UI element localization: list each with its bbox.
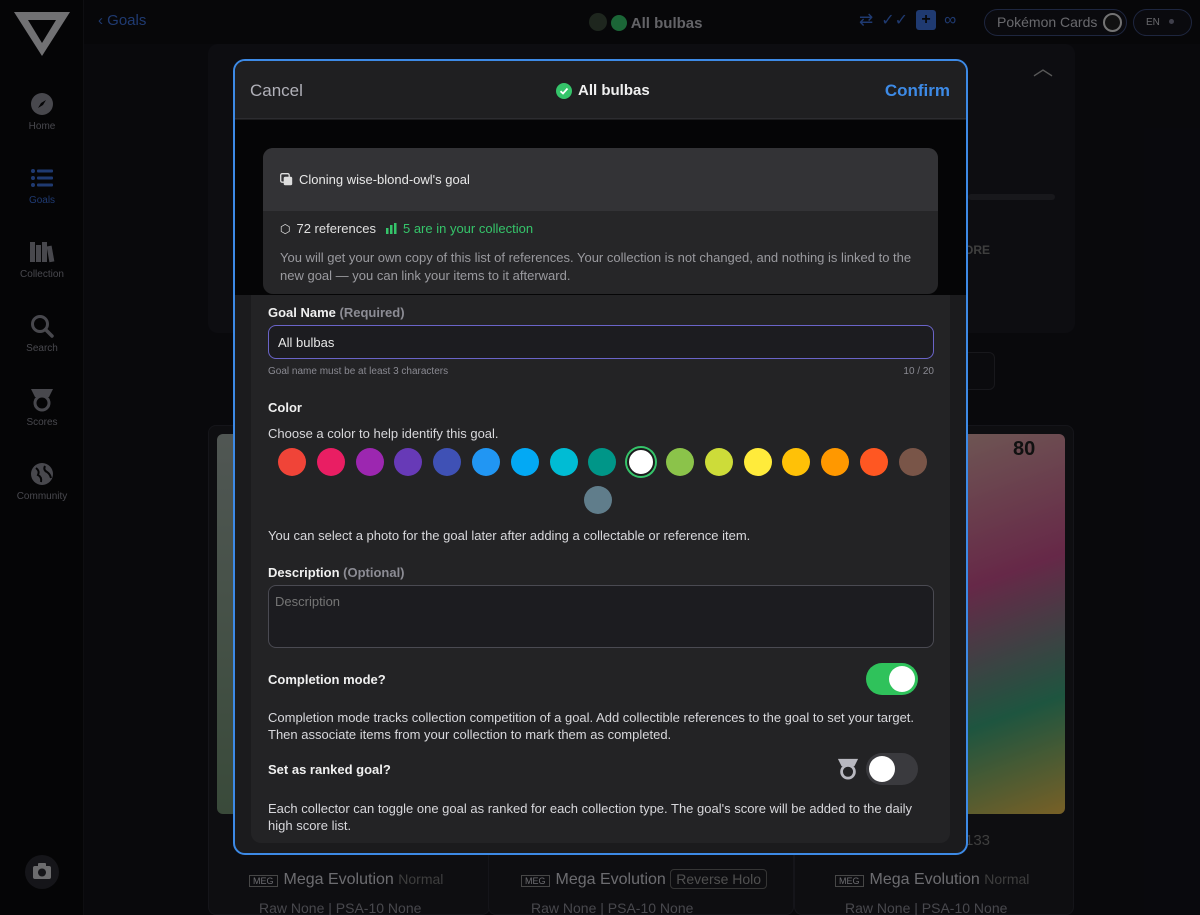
color-swatch[interactable] <box>549 448 578 476</box>
in-collection-count: 5 are in your collection <box>402 221 534 236</box>
color-swatch[interactable] <box>584 486 612 514</box>
goal-name-label: Goal Name (Required) <box>268 305 405 320</box>
color-swatch[interactable] <box>898 448 927 476</box>
modal-title-text: All bulbas <box>578 82 650 99</box>
required-qualifier: (Required) <box>339 305 405 320</box>
color-swatch[interactable] <box>860 448 888 476</box>
color-swatch[interactable] <box>666 448 694 476</box>
color-swatch[interactable] <box>316 448 345 476</box>
goal-name-label-text: Goal Name <box>268 305 336 320</box>
goal-name-input[interactable] <box>268 325 934 359</box>
ranked-goal-label: Set as ranked goal? <box>268 762 391 777</box>
reference-count: 72 references <box>296 221 376 236</box>
color-swatch[interactable] <box>433 448 462 476</box>
character-counter: 10 / 20 <box>903 366 934 377</box>
bar-chart-icon <box>385 223 397 234</box>
toggle-knob <box>889 666 915 692</box>
color-swatch[interactable] <box>743 448 772 476</box>
ranked-goal-toggle[interactable] <box>866 753 918 785</box>
app-root: Home Goals Collection Search Scores Comm… <box>0 0 1200 915</box>
color-swatch[interactable] <box>355 448 384 476</box>
modal-title: All bulbas <box>556 82 650 99</box>
check-circle-icon <box>556 82 572 99</box>
description-label: Description (Optional) <box>268 565 405 580</box>
cube-icon: ⬡ <box>280 221 291 236</box>
confirm-button[interactable]: Confirm <box>885 81 950 101</box>
completion-mode-toggle[interactable] <box>866 663 918 695</box>
completion-mode-help: Completion mode tracks collection compet… <box>268 710 915 742</box>
description-label-text: Description <box>268 565 340 580</box>
goal-form: Goal Name (Required) Goal name must be a… <box>251 295 950 843</box>
color-swatch[interactable] <box>510 448 539 476</box>
ranked-goal-help: Each collector can toggle one goal as ra… <box>268 801 912 833</box>
optional-qualifier: (Optional) <box>343 565 405 580</box>
color-help: Choose a color to help identify this goa… <box>268 426 499 441</box>
clone-info-card: Cloning wise-blond-owl's goal ⬡ 72 refer… <box>263 148 938 294</box>
modal-header: Cancel All bulbas Confirm <box>235 61 966 119</box>
clone-goal-modal: Cancel All bulbas Confirm Cloning wise-b… <box>233 59 968 855</box>
clone-heading-text: Cloning wise-blond-owl's goal <box>299 172 470 187</box>
clone-reference-stats: ⬡ 72 references 5 are in your collection <box>280 221 533 236</box>
description-input[interactable] <box>268 585 934 648</box>
medal-icon <box>837 758 859 780</box>
cancel-button[interactable]: Cancel <box>250 81 303 101</box>
color-swatch[interactable] <box>627 448 656 476</box>
color-swatch[interactable] <box>704 448 733 476</box>
color-swatch[interactable] <box>821 448 850 476</box>
completion-mode-label: Completion mode? <box>268 672 386 687</box>
color-swatch[interactable] <box>472 448 500 476</box>
color-swatch[interactable] <box>394 448 423 476</box>
color-swatch[interactable] <box>278 448 306 476</box>
clone-description: You will get your own copy of this list … <box>280 250 912 283</box>
color-swatch[interactable] <box>782 448 811 476</box>
toggle-knob <box>869 756 895 782</box>
goal-name-hint: Goal name must be at least 3 characters <box>268 366 449 377</box>
clone-heading: Cloning wise-blond-owl's goal <box>263 148 938 211</box>
color-swatch[interactable] <box>588 448 617 476</box>
copy-icon <box>280 173 293 186</box>
photo-note: You can select a photo for the goal late… <box>268 528 751 543</box>
color-label: Color <box>268 400 302 415</box>
